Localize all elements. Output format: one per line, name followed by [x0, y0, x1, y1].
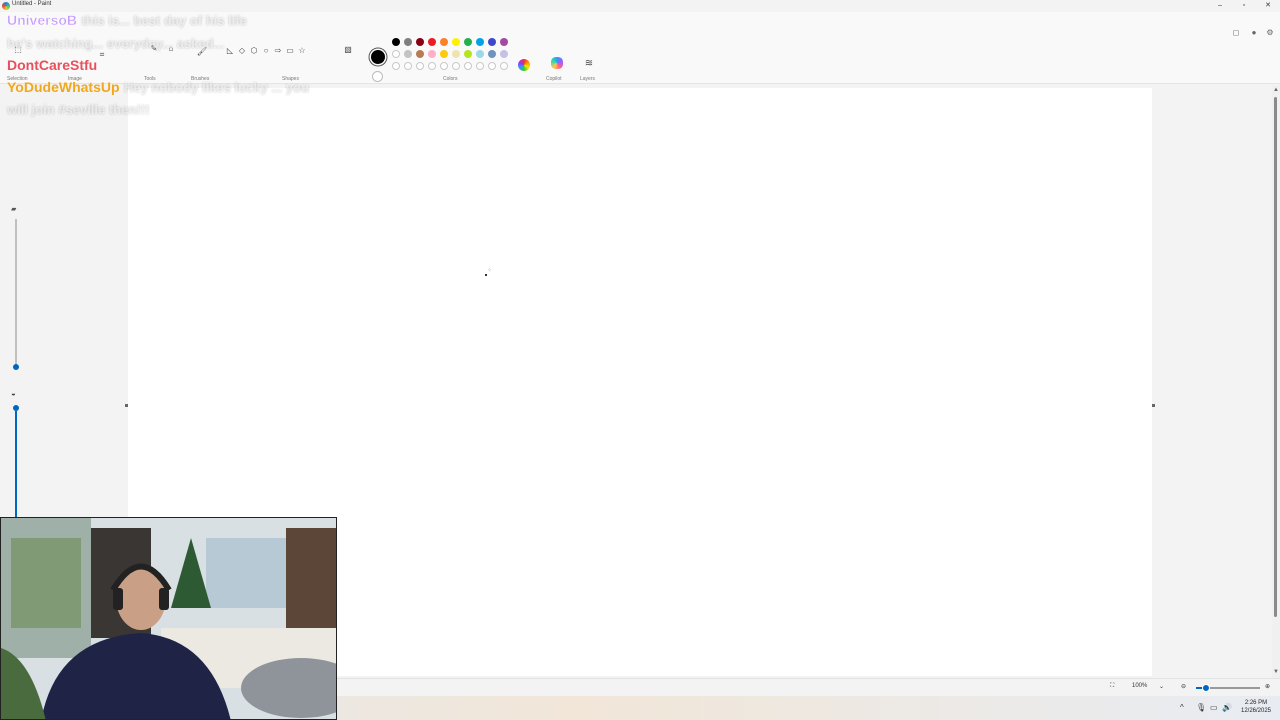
shape-hexagon-icon[interactable]: ⬡ [248, 45, 260, 57]
clock-date: 12/26/2025 [1240, 708, 1272, 714]
vertical-scrollbar[interactable]: ▲ ▼ [1272, 85, 1280, 678]
canvas-resize-handle-right[interactable] [1152, 404, 1155, 407]
slider-track [15, 219, 17, 365]
share-icon[interactable]: ◻ [1230, 27, 1242, 39]
slider-knob[interactable] [13, 364, 19, 370]
opacity-icon: ◒ [11, 389, 16, 398]
color-swatch[interactable] [440, 38, 448, 46]
group-label-layers: Layers [580, 76, 596, 82]
color-swatch[interactable] [488, 50, 496, 58]
color-swatch[interactable] [428, 50, 436, 58]
zoom-slider-knob[interactable] [1201, 684, 1210, 692]
microphone-icon[interactable]: 🎙 [1196, 703, 1206, 712]
tray-overflow-chevron-icon[interactable]: ^ [1180, 703, 1184, 712]
title-bar: Untitled - Paint – ▫ ✕ [0, 0, 1280, 12]
shape-callout-icon[interactable]: ▭ [284, 45, 296, 57]
color-swatch[interactable] [392, 50, 400, 58]
custom-color-slot[interactable] [440, 62, 448, 70]
copilot-icon[interactable] [551, 57, 563, 69]
zoom-out-icon[interactable]: ⊖ [1181, 683, 1186, 690]
volume-icon[interactable]: 🔊 [1222, 703, 1232, 712]
shape-circle-icon[interactable]: ○ [260, 45, 272, 57]
chat-text: will join #seville then!!! [7, 102, 150, 117]
chat-username: DontCareStfu [7, 57, 98, 73]
color-swatch[interactable] [416, 38, 424, 46]
secondary-color-swatch[interactable] [372, 71, 383, 82]
shape-arrow-icon[interactable]: ⇨ [272, 45, 284, 57]
shape-diamond-icon[interactable]: ◇ [236, 45, 248, 57]
chat-message-4: YoDudeWhatsUp Hey nobody likes lucky ...… [7, 79, 309, 97]
custom-color-slot[interactable] [428, 62, 436, 70]
color-swatch[interactable] [452, 50, 460, 58]
network-icon[interactable]: ▭ [1210, 703, 1218, 712]
color-swatch[interactable] [452, 38, 460, 46]
shape-outline-icon[interactable]: ▧ [342, 44, 354, 56]
primary-color-swatch[interactable] [371, 50, 385, 64]
custom-color-slot[interactable] [392, 62, 400, 70]
cursor-ring-icon: ⁘ [487, 268, 493, 274]
color-swatch[interactable] [416, 50, 424, 58]
color-swatch[interactable] [476, 38, 484, 46]
color-swatch[interactable] [476, 50, 484, 58]
zoom-value[interactable]: 100% [1132, 683, 1147, 689]
scrollbar-thumb[interactable] [1274, 97, 1277, 617]
custom-color-slot[interactable] [488, 62, 496, 70]
color-swatch[interactable] [392, 38, 400, 46]
zoom-in-icon[interactable]: ⊕ [1265, 683, 1270, 690]
custom-color-slot[interactable] [464, 62, 472, 70]
scroll-up-icon[interactable]: ▲ [1272, 87, 1280, 93]
color-swatch[interactable] [464, 50, 472, 58]
custom-color-slot[interactable] [500, 62, 508, 70]
chat-message-5: will join #seville then!!! [7, 101, 149, 119]
account-icon[interactable]: ● [1248, 27, 1260, 39]
group-label-copilot: Copilot [546, 76, 562, 82]
maximize-button[interactable]: ▫ [1232, 0, 1256, 12]
color-swatch[interactable] [440, 50, 448, 58]
chat-text: Hey nobody likes lucky ... you [123, 80, 309, 95]
fit-to-window-icon[interactable]: ⛶ [1110, 683, 1114, 690]
webcam-overlay [0, 517, 337, 720]
color-swatch[interactable] [500, 38, 508, 46]
paint-app-icon [2, 2, 10, 10]
minimize-button[interactable]: – [1208, 0, 1232, 12]
color-swatch[interactable] [428, 38, 436, 46]
group-label-colors: Colors [443, 76, 458, 82]
canvas-resize-handle-left[interactable] [125, 404, 128, 407]
chat-text: he's watching... everyday... asked... [7, 36, 225, 51]
color-swatch[interactable] [464, 38, 472, 46]
scroll-down-icon[interactable]: ▼ [1272, 669, 1280, 675]
chat-message-1: UniversoB this is... best day of his lif… [7, 12, 247, 30]
custom-color-slot[interactable] [476, 62, 484, 70]
custom-color-slot[interactable] [416, 62, 424, 70]
clock-time: 2:26 PM [1244, 700, 1268, 706]
color-swatch[interactable] [404, 38, 412, 46]
chat-message-3: DontCareStfu [7, 57, 97, 75]
shape-triangle-icon[interactable]: ◺ [224, 45, 236, 57]
color-swatch[interactable] [404, 50, 412, 58]
edit-colors-icon[interactable] [518, 59, 530, 71]
settings-gear-icon[interactable]: ⚙ [1264, 27, 1276, 39]
custom-color-slot[interactable] [452, 62, 460, 70]
chat-username: YoDudeWhatsUp [7, 79, 120, 95]
custom-color-slot[interactable] [404, 62, 412, 70]
brush-size-slider[interactable]: ▰ ◒ [8, 205, 24, 535]
chat-username: UniversoB [7, 12, 78, 28]
zoom-dropdown-chevron-icon[interactable]: ⌄ [1159, 683, 1164, 690]
webcam-feed [1, 518, 336, 719]
brush-size-icon: ▰ [11, 206, 17, 213]
shape-star-icon[interactable]: ☆ [296, 45, 308, 57]
zoom-slider[interactable] [1196, 684, 1260, 692]
color-swatch[interactable] [488, 38, 496, 46]
color-swatch[interactable] [500, 50, 508, 58]
chat-message-2: he's watching... everyday... asked... [7, 35, 224, 53]
taskbar-clock[interactable]: 2:26 PM 12/26/2025 [1236, 699, 1276, 715]
chat-text: this is... best day of his life [81, 13, 247, 28]
mouse-cursor [485, 274, 487, 276]
layers-icon[interactable]: ≋ [583, 58, 595, 70]
window-title: Untitled - Paint [12, 1, 52, 7]
close-button[interactable]: ✕ [1256, 0, 1280, 12]
